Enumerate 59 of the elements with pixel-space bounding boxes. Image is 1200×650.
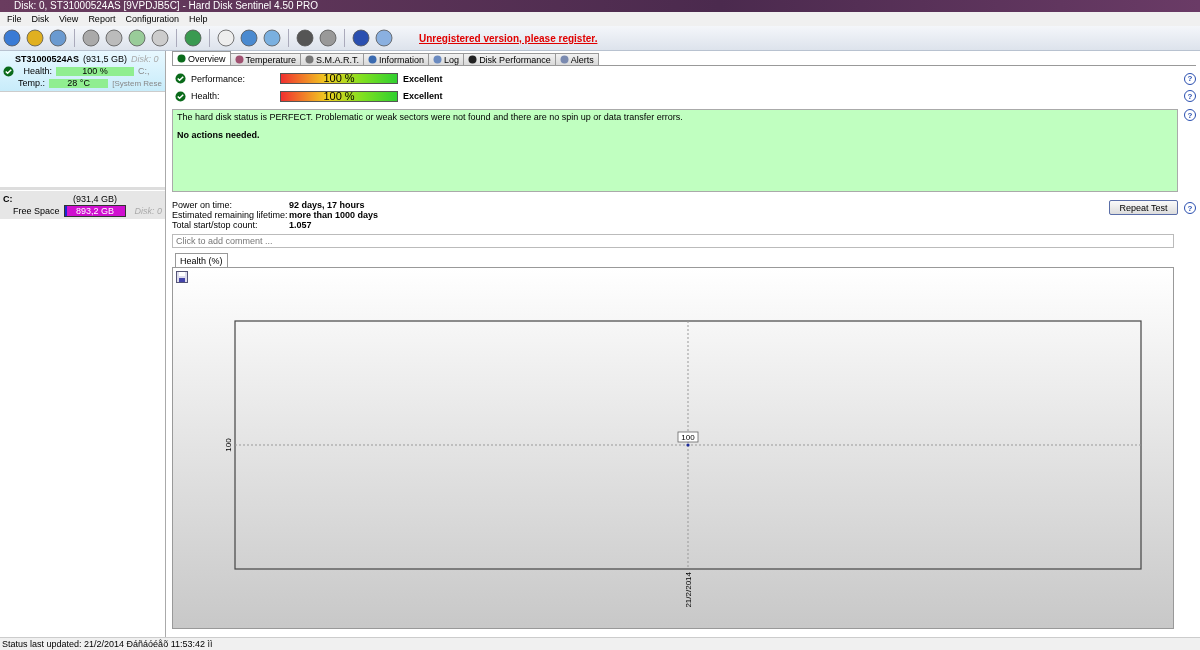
info-value: more than 1000 days [289, 210, 380, 221]
temp-label: Temp.: [18, 78, 45, 88]
menu-item[interactable]: Disk [26, 14, 54, 24]
help-button[interactable]: ? [1184, 72, 1196, 85]
meter-value: 100 % [322, 90, 356, 102]
help-button[interactable]: ? [1184, 90, 1196, 103]
info-label: Total start/stop count: [172, 220, 259, 231]
meter-label: Performance: [191, 73, 247, 84]
status-message: The hard disk status is PERFECT. Problematic or weak sectors were not found and there are no spin up or data transfer errors. [177, 112, 684, 123]
menu-item[interactable]: Configuration [120, 14, 184, 24]
menu-item[interactable]: View [54, 14, 84, 24]
disk-size: (931,5 GB) [83, 54, 128, 64]
help-button[interactable]: ? [1184, 202, 1196, 215]
info-label: Power on time: [172, 200, 234, 211]
check-icon [3, 65, 14, 77]
status-action: No actions needed. [177, 130, 261, 141]
meter-label: Health: [191, 91, 221, 102]
help-button[interactable]: ? [1184, 109, 1196, 122]
menu-item[interactable]: File [2, 14, 27, 24]
data-point [686, 443, 690, 447]
comment-field[interactable]: Click to add comment ... [172, 234, 1174, 248]
data-label: 100 [677, 431, 699, 443]
check-icon [175, 73, 186, 84]
save-icon[interactable] [176, 271, 188, 283]
tab[interactable]: Information [363, 53, 430, 65]
health-label: Health: [22, 66, 52, 76]
meter-rating: Excellent [403, 73, 444, 84]
chart-tab[interactable]: Health (%) [175, 253, 228, 268]
partition-drive: C: [3, 194, 13, 204]
drive-letter: C:, [138, 66, 150, 76]
disk-item[interactable]: ST31000524AS (931,5 GB) Disk: 0 Health: 100 % C:, Temp.: 28 °C [System Rese [0, 51, 165, 92]
info-label: Estimated remaining lifetime: [172, 210, 289, 221]
info-value: 1.057 [289, 220, 313, 231]
status-bar: Status last updated: 21/2/2014 Ðáñáóéåõ 11:53:42 ìì [0, 637, 1200, 650]
info-value: 92 days, 17 hours [289, 200, 365, 211]
tab[interactable]: Log [428, 53, 465, 65]
partition-size: (931,4 GB) [72, 194, 117, 204]
tab[interactable]: Overview [172, 51, 231, 65]
meter-value: 100 % [322, 73, 356, 84]
tab[interactable]: Temperature [229, 53, 302, 65]
disk-name: ST31000524AS [15, 54, 80, 64]
temperature-value: 28 °C [66, 78, 91, 88]
menu-item[interactable]: Report [83, 14, 121, 24]
health-value: 100 % [81, 66, 109, 76]
volume-name: [System Rese [112, 78, 162, 88]
check-icon [175, 90, 186, 102]
tab[interactable]: S.M.A.R.T. [300, 53, 365, 65]
disk-number: Disk: 0 [131, 54, 159, 64]
repeat-test-button[interactable]: Repeat Test [1109, 200, 1178, 216]
meter-rating: Excellent [403, 91, 444, 102]
register-link[interactable]: Unregistered version, please register. [419, 32, 598, 44]
menu-item[interactable]: Help [183, 14, 213, 24]
tab[interactable]: Disk Performance [463, 53, 556, 65]
y-axis-label: 100 [224, 438, 233, 452]
free-space-value: 893,2 GB [75, 206, 115, 216]
x-axis-label: 21/2/2014 [684, 572, 693, 608]
window-title: Disk: 0, ST31000524AS [9VPDJB5C] - Hard Disk Sentinel 4.50 PRO [0, 0, 1200, 12]
free-space-label: Free Space [13, 206, 60, 216]
tab[interactable]: Alerts [554, 53, 599, 65]
